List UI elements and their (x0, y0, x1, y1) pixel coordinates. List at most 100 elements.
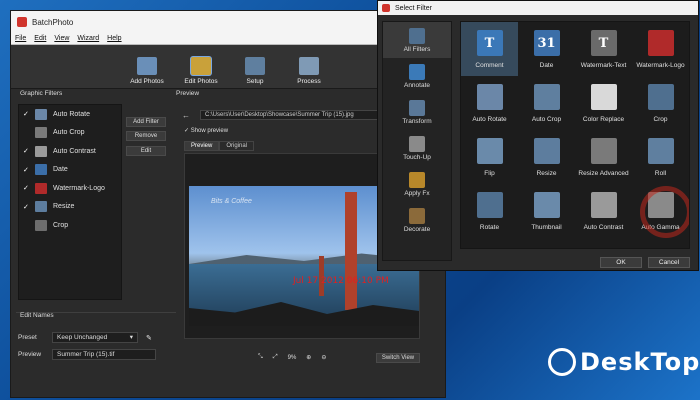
menu-file[interactable]: File (15, 35, 26, 42)
category-label: Transform (402, 118, 432, 125)
cancel-button[interactable]: Cancel (648, 257, 690, 268)
category-touch-up[interactable]: Touch-Up (383, 130, 451, 166)
roll-icon (647, 138, 674, 164)
filter-name: Auto Contrast (53, 147, 96, 155)
filter-label: Color Replace (582, 116, 625, 123)
resize-advanced-icon (590, 138, 617, 164)
dialog-titlebar: Select Filter (378, 1, 698, 15)
menu-help[interactable]: Help (107, 35, 121, 42)
bridge-tower (345, 192, 357, 310)
category-label: Apply Fx (404, 190, 430, 197)
filter-row-auto-contrast[interactable]: ✓ Auto Contrast (19, 142, 121, 161)
zoom-out-icon[interactable]: ⊖ (321, 354, 326, 361)
filter-thumbnail[interactable]: Thumbnail (518, 184, 575, 238)
category-annotate[interactable]: Annotate (383, 58, 451, 94)
edit-names-heading: Edit Names (20, 312, 54, 319)
zoom-in-icon[interactable]: ⊕ (306, 354, 311, 361)
filter-row-crop[interactable]: Crop (19, 216, 121, 235)
menu-view[interactable]: View (54, 35, 69, 42)
auto-gamma-icon (647, 192, 674, 218)
filter-label: Comment (475, 62, 504, 69)
filter-label: Date (539, 62, 554, 69)
filter-name: Date (53, 166, 68, 174)
filter-row-resize[interactable]: ✓ Resize (19, 198, 121, 217)
tab-preview[interactable]: Preview (184, 141, 220, 151)
preview-name-label: Preview (18, 351, 42, 358)
edit-button[interactable]: Edit (126, 146, 166, 156)
category-transform[interactable]: Transform (383, 94, 451, 130)
preview-name-field[interactable]: Summer Trip (15).tif (52, 349, 156, 360)
window-title: BatchPhoto (32, 17, 74, 27)
filter-row-auto-rotate[interactable]: ✓ Auto Rotate (19, 105, 121, 124)
menu-edit[interactable]: Edit (34, 35, 46, 42)
filter-label: Auto Gamma (641, 224, 680, 231)
menu-wizard[interactable]: Wizard (77, 35, 99, 42)
category-apply-fx[interactable]: Apply Fx (383, 166, 451, 202)
switch-view-button[interactable]: Switch View (376, 353, 420, 363)
filter-grid: T Comment 31 Date T Watermark-Text Watermark-L… (461, 22, 689, 238)
filter-rotate[interactable]: Rotate (461, 184, 518, 238)
back-arrow-icon[interactable]: ← (182, 111, 190, 120)
filter-row-auto-crop[interactable]: Auto Crop (19, 124, 121, 143)
auto-contrast-icon (590, 192, 617, 218)
filter-date[interactable]: 31 Date (518, 22, 575, 76)
desktop-watermark: DeskTop (548, 348, 700, 376)
crop-icon (647, 84, 674, 110)
filter-resize-advanced[interactable]: Resize Advanced (575, 130, 632, 184)
remove-button[interactable]: Remove (126, 131, 166, 141)
filter-auto-contrast[interactable]: Auto Contrast (575, 184, 632, 238)
filter-color-replace[interactable]: Color Replace (575, 76, 632, 130)
filter-resize[interactable]: Resize (518, 130, 575, 184)
filter-label: Watermark-Logo (636, 62, 685, 69)
graphic-filters-heading: Graphic Filters (20, 90, 63, 97)
filter-checkbox[interactable]: ✓ (23, 166, 31, 174)
setup-button[interactable]: Setup (234, 57, 276, 85)
filter-grid-area: T Comment 31 Date T Watermark-Text Watermark-L… (460, 21, 690, 249)
filter-comment[interactable]: T Comment (461, 22, 518, 76)
filter-checkbox[interactable]: ✓ (23, 147, 31, 155)
filter-label: Crop (653, 116, 668, 123)
category-label: Decorate (403, 226, 431, 233)
filter-crop[interactable]: Crop (632, 76, 689, 130)
preview-tabs: Preview Original (184, 141, 255, 151)
filter-checkbox[interactable]: ✓ (23, 110, 31, 118)
filter-name: Crop (53, 221, 69, 229)
filter-row-watermark-logo[interactable]: ✓ Watermark-Logo (19, 179, 121, 198)
filter-row-date[interactable]: ✓ Date (19, 161, 121, 180)
add-photos-button[interactable]: Add Photos (126, 57, 168, 85)
path-bar: ← C:\Users\User\Desktop\Showcase\Summer … (182, 110, 382, 120)
process-button[interactable]: Process (288, 57, 330, 85)
add-photos-label: Add Photos (130, 78, 164, 85)
show-preview-checkbox[interactable]: ✓ Show preview (184, 127, 228, 134)
actual-size-icon[interactable]: ⤢ (273, 354, 278, 361)
add-filter-button[interactable]: Add Filter (126, 117, 166, 127)
edit-names-panel: Preset Keep Unchanged ▾ ✎ Preview Summer… (18, 322, 174, 376)
file-path-field[interactable]: C:\Users\User\Desktop\Showcase\Summer Tr… (200, 110, 382, 120)
dialog-app-icon (382, 4, 390, 12)
filter-auto-crop[interactable]: Auto Crop (518, 76, 575, 130)
category-list: All Filters Annotate Transform Touch-Up … (382, 21, 452, 261)
edit-photos-button[interactable]: Edit Photos (180, 57, 222, 85)
filter-roll[interactable]: Roll (632, 130, 689, 184)
pencil-icon[interactable]: ✎ (146, 334, 152, 342)
filter-flip[interactable]: Flip (461, 130, 518, 184)
filter-auto-gamma[interactable]: Auto Gamma (632, 184, 689, 238)
desktop-watermark-text: DeskTop (580, 348, 700, 376)
filter-label: Auto Contrast (583, 224, 624, 231)
ok-button[interactable]: OK (600, 257, 642, 268)
color-replace-icon (590, 84, 617, 110)
preset-select[interactable]: Keep Unchanged ▾ (52, 332, 138, 343)
filter-auto-rotate[interactable]: Auto Rotate (461, 76, 518, 130)
process-label: Process (297, 78, 321, 85)
zoom-bar: ⤡ ⤢ 9% ⊕ ⊖ (258, 354, 326, 361)
filter-watermark-logo[interactable]: Watermark-Logo (632, 22, 689, 76)
auto-crop-icon (533, 84, 560, 110)
fit-icon[interactable]: ⤡ (258, 354, 263, 361)
filter-checkbox[interactable]: ✓ (23, 184, 31, 192)
filter-watermark-text[interactable]: T Watermark-Text (575, 22, 632, 76)
preview-heading: Preview (176, 90, 200, 97)
filter-checkbox[interactable]: ✓ (23, 203, 31, 211)
category-decorate[interactable]: Decorate (383, 202, 451, 238)
category-all-filters[interactable]: All Filters (383, 22, 451, 58)
tab-original[interactable]: Original (219, 141, 255, 151)
